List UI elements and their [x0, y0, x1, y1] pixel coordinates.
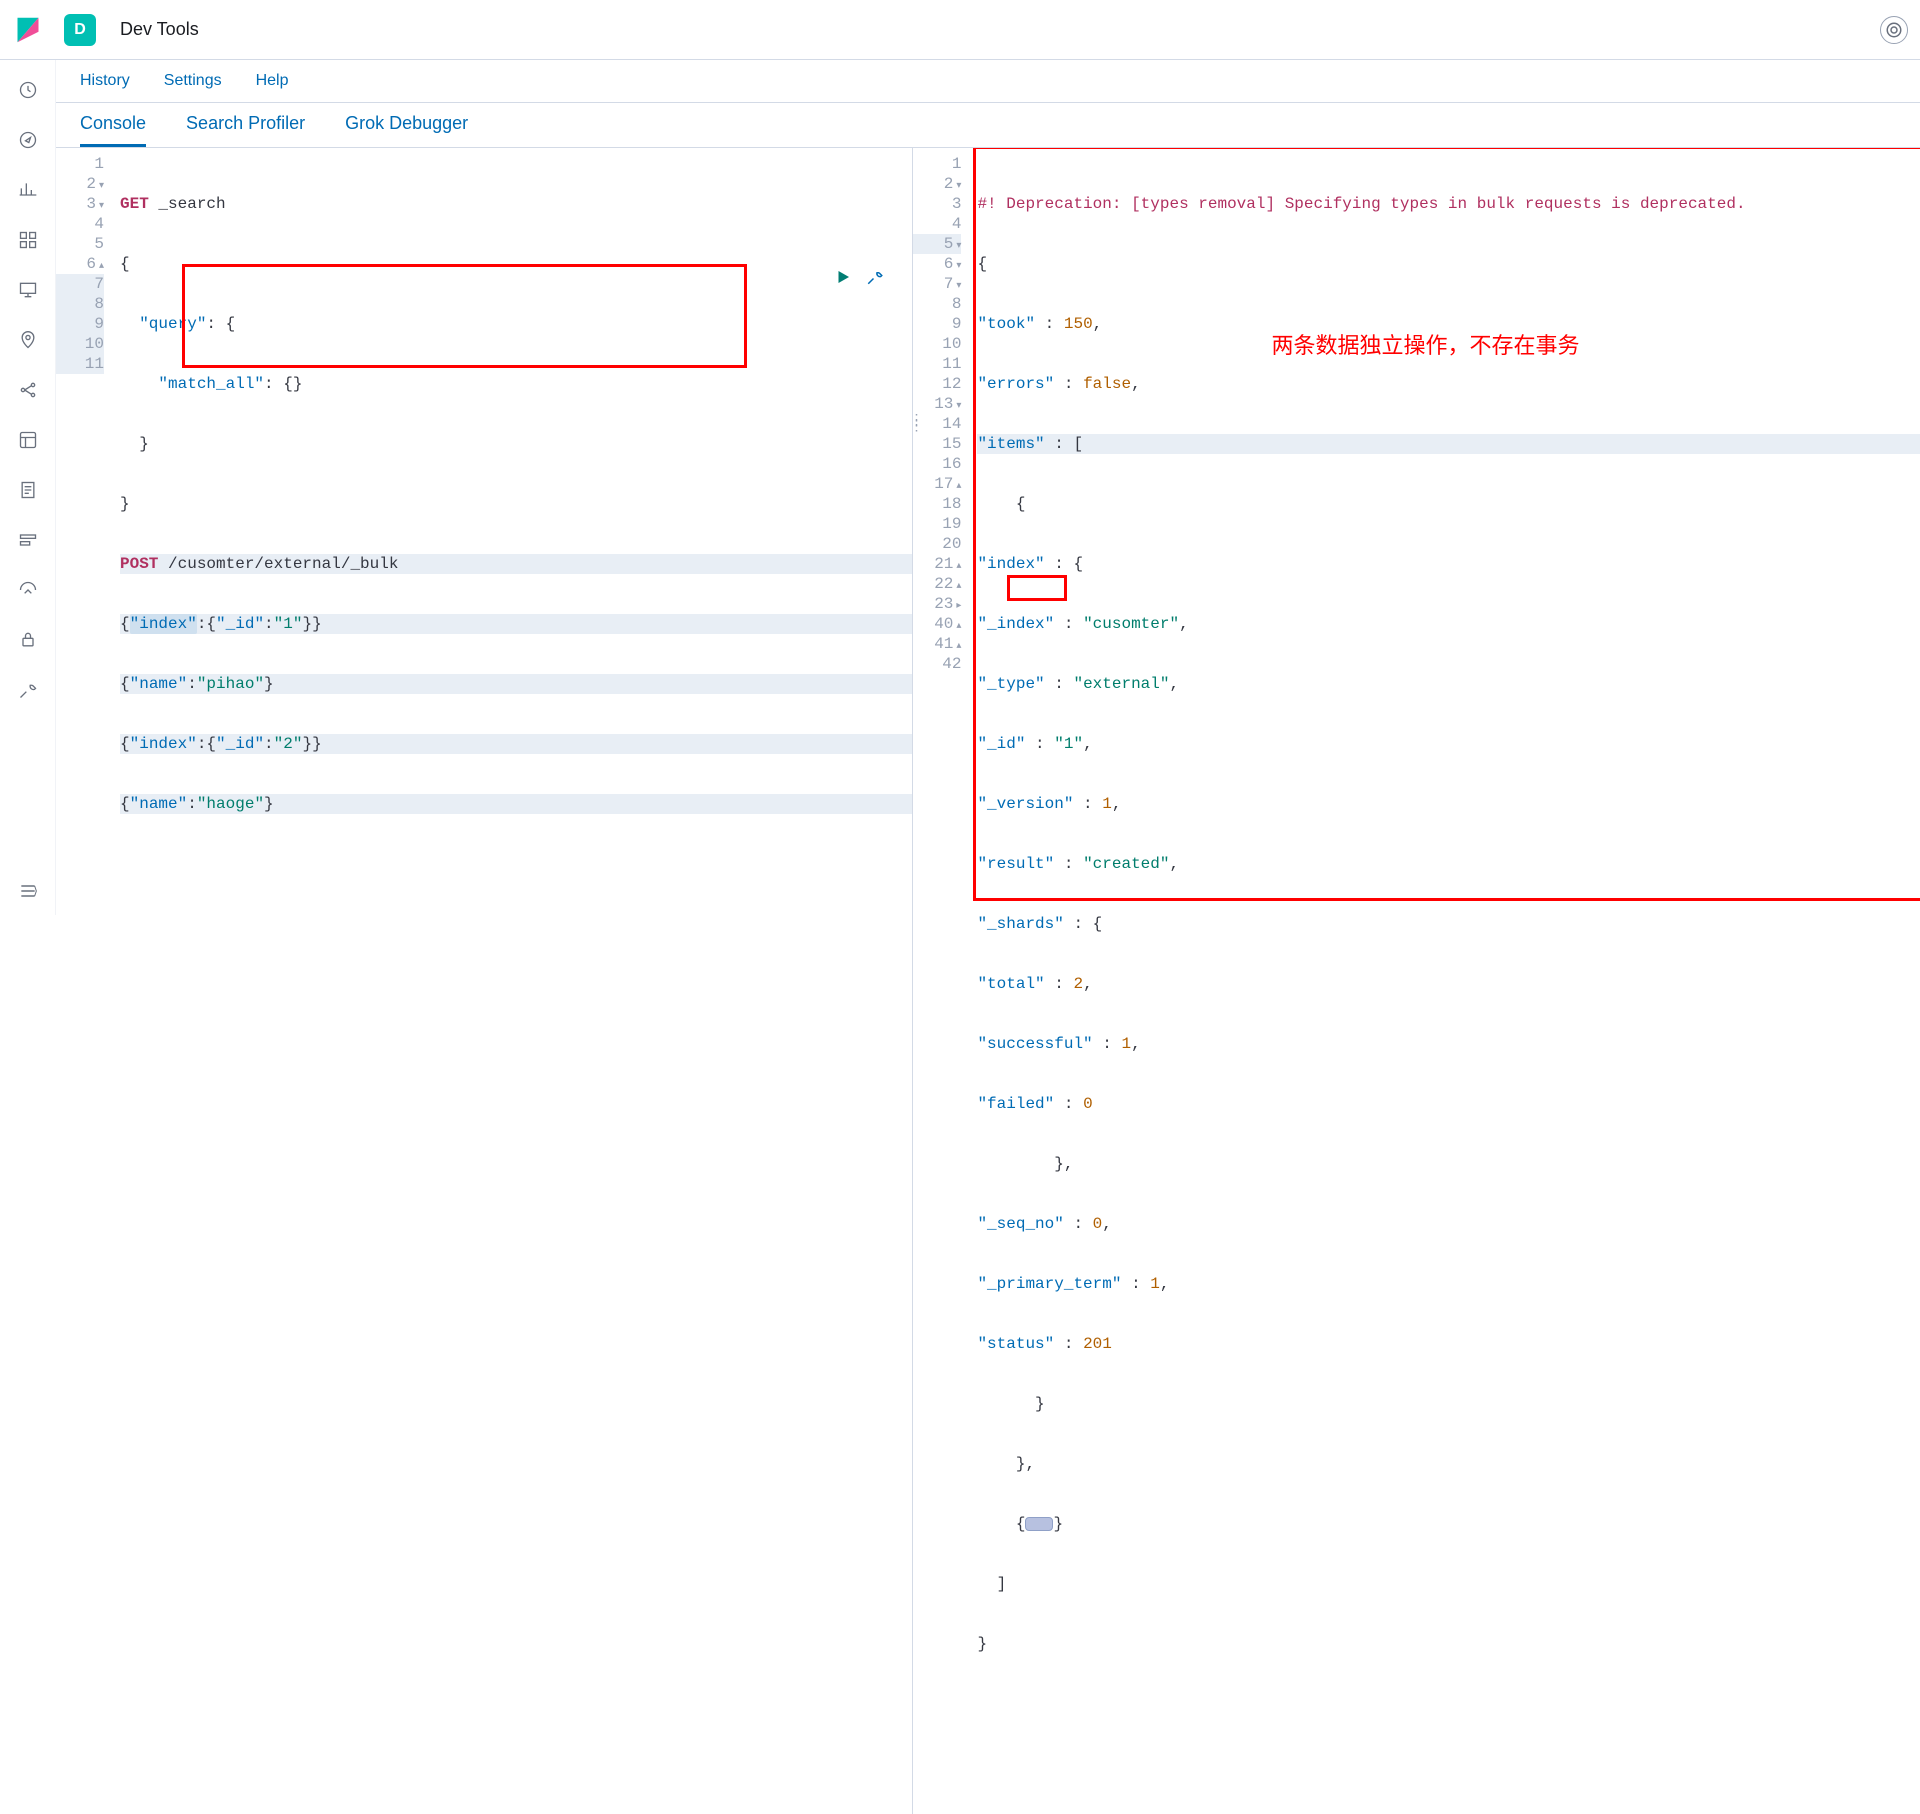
discover-icon[interactable]	[16, 128, 40, 152]
response-viewer[interactable]: ⋮⋮ 1 2 3 4 5 6 7 8 9 10 11 12 13 14 15	[913, 148, 1920, 1814]
request-actions	[834, 268, 884, 291]
http-method: GET	[120, 194, 149, 214]
play-icon[interactable]	[834, 268, 852, 291]
submenu-settings[interactable]: Settings	[164, 72, 222, 90]
security-icon[interactable]	[16, 628, 40, 652]
deprecation-warning: #! Deprecation: [types removal] Specifyi…	[977, 194, 1745, 214]
right-code[interactable]: #! Deprecation: [types removal] Specifyi…	[971, 148, 1920, 1814]
recent-icon[interactable]	[16, 78, 40, 102]
request-editor[interactable]: 1 2 3 4 5 6 7 8 9 10 11 GET _search { "q…	[56, 148, 913, 1814]
app-title: Dev Tools	[120, 19, 199, 40]
http-method: POST	[120, 554, 158, 574]
visualize-icon[interactable]	[16, 178, 40, 202]
annotation-text: 两条数据独立操作，不存在事务	[1271, 332, 1579, 360]
editor-split: 1 2 3 4 5 6 7 8 9 10 11 GET _search { "q…	[56, 148, 1920, 1814]
shell: History Settings Help Console Search Pro…	[0, 60, 1920, 915]
maps-icon[interactable]	[16, 328, 40, 352]
tabs: Console Search Profiler Grok Debugger	[56, 103, 1920, 148]
folded-region-icon[interactable]	[1025, 1517, 1053, 1531]
left-code[interactable]: GET _search { "query": { "match_all": {}…	[114, 148, 912, 1814]
dashboard-icon[interactable]	[16, 228, 40, 252]
submenu: History Settings Help	[56, 60, 1920, 103]
kibana-logo-icon[interactable]	[12, 14, 44, 46]
apm-icon[interactable]	[16, 528, 40, 552]
tab-console[interactable]: Console	[80, 113, 146, 147]
submenu-help[interactable]: Help	[256, 72, 289, 90]
canvas-icon[interactable]	[16, 278, 40, 302]
dev-tools-icon[interactable]	[16, 678, 40, 702]
infra-icon[interactable]	[16, 428, 40, 452]
left-gutter: 1 2 3 4 5 6 7 8 9 10 11	[56, 148, 114, 1814]
collapse-icon[interactable]	[16, 879, 40, 903]
tab-grok-debugger[interactable]: Grok Debugger	[345, 113, 468, 147]
main-area: History Settings Help Console Search Pro…	[56, 60, 1920, 915]
resize-handle-icon[interactable]: ⋮⋮	[913, 418, 924, 430]
app-badge[interactable]: D	[64, 14, 96, 46]
ml-icon[interactable]	[16, 378, 40, 402]
news-icon[interactable]	[1880, 16, 1908, 44]
annotation-box-fold	[1007, 575, 1067, 601]
tab-search-profiler[interactable]: Search Profiler	[186, 113, 305, 147]
uptime-icon[interactable]	[16, 578, 40, 602]
wrench-icon[interactable]	[866, 268, 884, 291]
submenu-history[interactable]: History	[80, 72, 130, 90]
right-gutter: 1 2 3 4 5 6 7 8 9 10 11 12 13 14 15 16 1	[913, 148, 971, 1814]
side-nav	[0, 60, 56, 915]
logs-icon[interactable]	[16, 478, 40, 502]
topbar: D Dev Tools	[0, 0, 1920, 60]
